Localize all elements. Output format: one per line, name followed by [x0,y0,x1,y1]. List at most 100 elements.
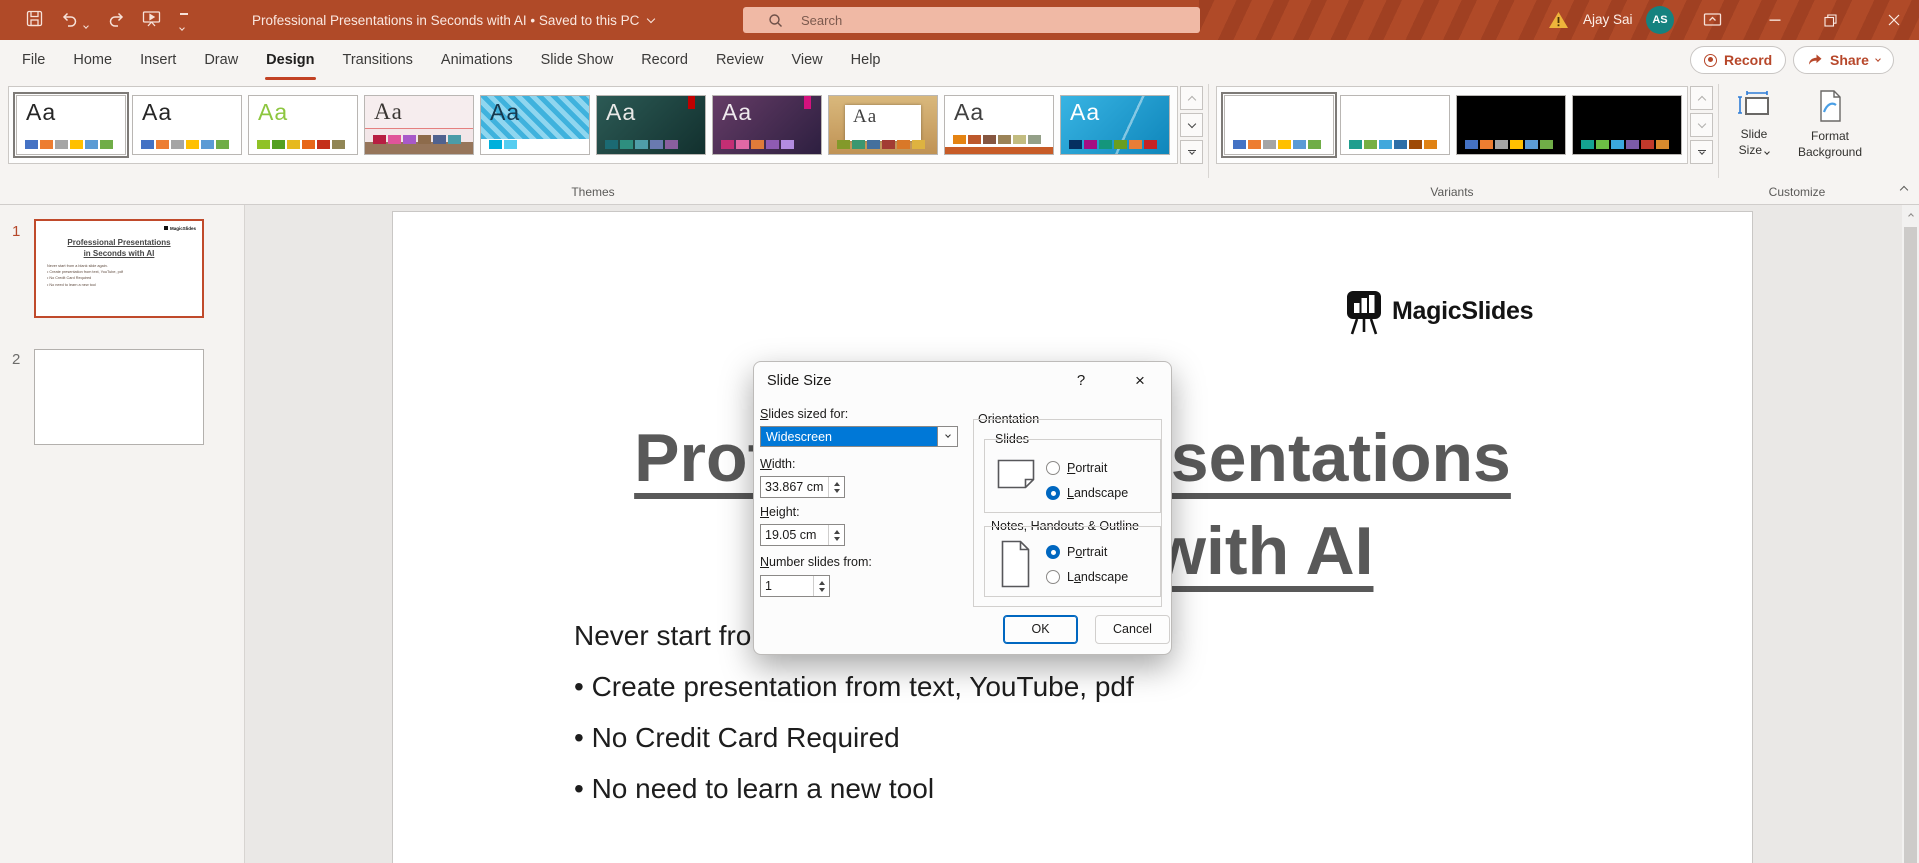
theme-color-squares [953,135,1041,144]
vertical-scrollbar[interactable] [1902,205,1919,863]
customize-qat-icon[interactable] [179,13,188,35]
minimize-button[interactable] [1752,0,1798,40]
tab-transitions[interactable]: Transitions [329,40,427,80]
theme-sample-text: Aa [954,99,985,125]
slides-sized-for-dropdown[interactable]: Widescreen [760,426,958,447]
dialog-help-button[interactable]: ? [1068,372,1094,389]
tab-file[interactable]: File [8,40,59,80]
save-icon[interactable] [26,10,43,32]
variant-tile-4[interactable] [1572,95,1682,155]
user-name[interactable]: Ajay Sai [1583,0,1633,40]
slides-landscape-radio[interactable]: Landscape [1046,486,1128,500]
tab-design[interactable]: Design [252,40,328,80]
search-input[interactable]: Search [743,7,1200,33]
scrollbar-up-arrow[interactable] [1902,205,1919,223]
theme-color-square [317,140,330,149]
tab-review[interactable]: Review [702,40,778,80]
record-button[interactable]: Record [1690,46,1787,74]
start-slideshow-icon[interactable] [142,10,161,32]
theme-color-squares [141,140,229,149]
variants-scroll-down-button[interactable] [1690,113,1713,137]
theme-color-squares [1465,140,1553,149]
theme-color-squares [1349,140,1437,149]
tab-slide-show[interactable]: Slide Show [527,40,628,80]
height-input[interactable]: 19.05 cm [760,524,845,546]
notes-landscape-radio[interactable]: Landscape [1046,570,1128,584]
scrollbar-thumb[interactable] [1904,227,1917,863]
number-slides-from-value: 1 [765,579,772,593]
dropdown-chevron-icon[interactable] [937,427,957,446]
chevron-down-icon [1875,55,1881,62]
undo-icon[interactable] [60,10,78,32]
search-icon [769,13,782,27]
theme-tile-9[interactable]: Aa [944,95,1054,155]
theme-color-square [1394,140,1407,149]
ribbon-display-options-icon[interactable] [1703,11,1722,33]
dialog-close-button[interactable]: × [1120,367,1160,395]
themes-scroll-up-button[interactable] [1180,86,1203,110]
theme-tile-7[interactable]: Aa [712,95,822,155]
themes-more-button[interactable] [1180,140,1203,164]
variants-scroll-up-button[interactable] [1690,86,1713,110]
theme-color-square [216,140,229,149]
theme-color-square [1084,140,1097,149]
variant-tile-3[interactable] [1456,95,1566,155]
slide-2-thumbnail[interactable] [34,349,204,445]
close-button[interactable] [1869,0,1919,40]
cancel-button[interactable]: Cancel [1095,615,1170,644]
tab-draw[interactable]: Draw [190,40,252,80]
slides-portrait-radio[interactable]: Portrait [1046,461,1107,475]
restore-button[interactable] [1807,0,1853,40]
width-label: Width: [760,457,796,471]
ok-button[interactable]: OK [1003,615,1078,644]
theme-tile-3[interactable]: Aa [248,95,358,155]
undo-dropdown-icon[interactable] [83,15,89,33]
variants-more-button[interactable] [1690,140,1713,164]
themes-scroll-down-button[interactable] [1180,113,1203,137]
theme-tile-6[interactable]: Aa [596,95,706,155]
height-spinner[interactable] [828,525,844,545]
number-slides-from-input[interactable]: 1 [760,575,830,597]
radio-icon [1046,570,1060,584]
slide-size-button[interactable]: Slide Size [1722,88,1786,158]
variant-tile-1[interactable] [1221,92,1337,158]
theme-tile-5[interactable]: Aa [480,95,590,155]
theme-tile-10[interactable]: Aa [1060,95,1170,155]
tab-help[interactable]: Help [837,40,895,80]
thumbnail-bullet: • No need to learn a new tool [47,282,96,287]
theme-color-square [287,140,300,149]
variant-tile-2[interactable] [1340,95,1450,155]
tab-view[interactable]: View [777,40,836,80]
slide-1-thumbnail[interactable]: MagicSlides Professional Presentations i… [34,219,204,318]
theme-tile-4[interactable]: Aa [364,95,474,155]
theme-color-square [665,140,678,149]
share-button[interactable]: Share [1793,46,1894,74]
slides-sized-for-label: Slides sized for: [760,407,849,421]
width-spinner[interactable] [828,477,844,497]
width-input[interactable]: 33.867 cm [760,476,845,498]
collapse-ribbon-button[interactable] [1899,180,1909,198]
tab-animations[interactable]: Animations [427,40,527,80]
avatar[interactable]: AS [1646,6,1674,34]
theme-color-square [766,140,779,149]
tab-record[interactable]: Record [627,40,702,80]
tab-insert[interactable]: Insert [126,40,190,80]
notes-portrait-radio[interactable]: Portrait [1046,545,1107,559]
theme-color-square [1495,140,1508,149]
tab-home[interactable]: Home [59,40,126,80]
redo-icon[interactable] [108,10,126,32]
format-background-button[interactable]: Format Background [1788,88,1872,160]
theme-color-square [736,140,749,149]
dialog-title: Slide Size [767,373,832,389]
theme-tile-8[interactable]: Aa [828,95,938,155]
warning-icon[interactable] [1548,11,1569,34]
number-spinner[interactable] [813,576,829,596]
thumbnail-title-line-2: in Seconds with AI [83,248,155,258]
theme-tile-1[interactable]: Aa [13,92,129,158]
theme-color-square [332,140,345,149]
theme-tile-2[interactable]: Aa [132,95,242,155]
theme-color-square [620,140,633,149]
theme-color-squares [373,135,461,144]
document-title[interactable]: Professional Presentations in Seconds wi… [252,0,656,40]
theme-color-square [403,135,416,144]
